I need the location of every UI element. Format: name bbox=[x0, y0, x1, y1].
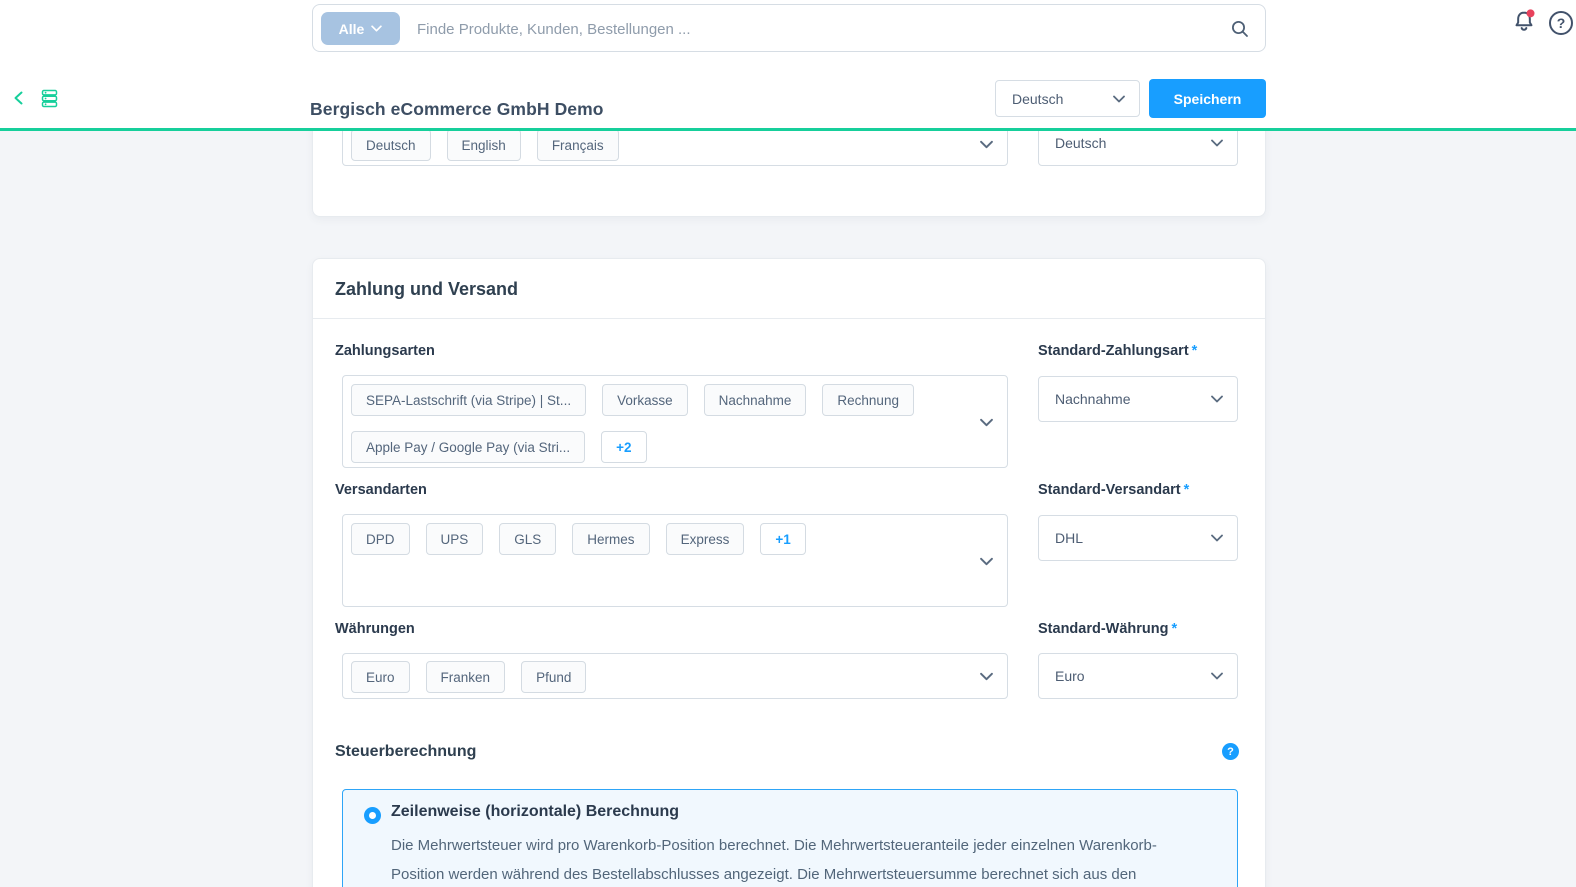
smart-bar: Bergisch eCommerce GmbH Demo Deutsch Spe… bbox=[0, 68, 1576, 131]
languages-multiselect[interactable]: Deutsch English Français bbox=[342, 131, 1008, 166]
selection-tag[interactable]: Nachnahme bbox=[704, 384, 807, 416]
required-asterisk: * bbox=[1172, 621, 1178, 637]
selection-tag[interactable]: Apple Pay / Google Pay (via Stri... bbox=[351, 431, 585, 463]
payment-tag-list: SEPA-Lastschrift (via Stripe) | St... Vor… bbox=[351, 384, 967, 463]
payment-methods-multiselect[interactable]: SEPA-Lastschrift (via Stripe) | St... Vor… bbox=[342, 375, 1008, 468]
notification-bell-icon[interactable] bbox=[1510, 8, 1538, 39]
overflow-count-tag[interactable]: +1 bbox=[760, 523, 805, 555]
top-search-bar: Alle ? bbox=[0, 0, 1576, 69]
save-button[interactable]: Speichern bbox=[1149, 79, 1266, 118]
default-payment-value: Nachnahme bbox=[1055, 391, 1131, 407]
selection-tag[interactable]: Rechnung bbox=[822, 384, 914, 416]
notification-badge bbox=[1527, 9, 1535, 17]
shipping-methods-label: Versandarten bbox=[335, 482, 427, 498]
chevron-down-icon[interactable] bbox=[980, 672, 993, 681]
search-scope-label: Alle bbox=[339, 21, 365, 37]
smartbar-language-value: Deutsch bbox=[1012, 91, 1063, 107]
selection-tag[interactable]: GLS bbox=[499, 523, 556, 555]
default-shipping-select[interactable]: DHL bbox=[1038, 515, 1238, 561]
module-database-icon[interactable] bbox=[40, 89, 59, 111]
smartbar-language-select[interactable]: Deutsch bbox=[995, 80, 1140, 117]
selection-tag[interactable]: Euro bbox=[351, 661, 410, 693]
chevron-down-icon[interactable] bbox=[980, 557, 993, 566]
default-language-select[interactable]: Deutsch bbox=[1038, 131, 1238, 166]
default-payment-label: Standard-Zahlungsart* bbox=[1038, 343, 1197, 359]
tax-help-icon[interactable]: ? bbox=[1222, 743, 1239, 760]
help-glyph: ? bbox=[1227, 746, 1234, 758]
languages-tag-list: Deutsch English Français bbox=[351, 131, 967, 161]
selection-tag[interactable]: Pfund bbox=[521, 661, 586, 693]
overflow-count-tag[interactable]: +2 bbox=[601, 431, 646, 463]
back-button[interactable] bbox=[11, 90, 27, 109]
chevron-left-icon bbox=[11, 90, 27, 106]
default-shipping-label: Standard-Versandart* bbox=[1038, 482, 1189, 498]
languages-card: Deutsch English Français Deutsch bbox=[312, 131, 1266, 217]
selection-tag[interactable]: Français bbox=[537, 131, 619, 161]
tax-option-description: Die Mehrwertsteuer wird pro Warenkorb-Po… bbox=[391, 831, 1183, 887]
selection-tag[interactable]: Deutsch bbox=[351, 131, 431, 161]
tax-option-title: Zeilenweise (horizontale) Berechnung bbox=[391, 803, 679, 821]
shipping-tag-list: DPD UPS GLS Hermes Express +1 bbox=[351, 523, 967, 555]
selection-tag[interactable]: Express bbox=[666, 523, 745, 555]
card-header: Zahlung und Versand bbox=[313, 259, 1265, 319]
chevron-down-icon bbox=[1211, 672, 1223, 680]
default-currency-label: Standard-Währung* bbox=[1038, 621, 1177, 637]
search-input[interactable] bbox=[415, 6, 1509, 52]
required-asterisk: * bbox=[1184, 482, 1190, 498]
chevron-down-icon bbox=[1211, 139, 1223, 147]
tax-calculation-heading: Steuerberechnung bbox=[335, 743, 476, 761]
selection-tag[interactable]: UPS bbox=[426, 523, 484, 555]
help-glyph: ? bbox=[1557, 15, 1566, 31]
selection-tag[interactable]: DPD bbox=[351, 523, 410, 555]
selection-tag[interactable]: Franken bbox=[426, 661, 506, 693]
currency-tag-list: Euro Franken Pfund bbox=[351, 661, 967, 693]
global-search-box[interactable]: Alle bbox=[312, 4, 1266, 52]
selection-tag[interactable]: Hermes bbox=[572, 523, 649, 555]
chevron-down-icon bbox=[371, 25, 382, 32]
chevron-down-icon[interactable] bbox=[980, 140, 993, 149]
chevron-down-icon bbox=[1113, 95, 1125, 103]
selection-tag[interactable]: English bbox=[447, 131, 521, 161]
search-scope-button[interactable]: Alle bbox=[321, 12, 400, 45]
chevron-down-icon[interactable] bbox=[980, 418, 993, 427]
default-shipping-value: DHL bbox=[1055, 530, 1083, 546]
default-language-value: Deutsch bbox=[1055, 135, 1106, 151]
chevron-down-icon bbox=[1211, 534, 1223, 542]
search-icon[interactable] bbox=[1231, 20, 1249, 38]
tax-option-radio-selected[interactable] bbox=[364, 807, 381, 824]
selection-tag[interactable]: Vorkasse bbox=[602, 384, 688, 416]
chevron-down-icon bbox=[1211, 395, 1223, 403]
tax-option-card[interactable]: Zeilenweise (horizontale) Berechnung Die… bbox=[342, 789, 1238, 887]
payment-methods-label: Zahlungsarten bbox=[335, 343, 435, 359]
currencies-multiselect[interactable]: Euro Franken Pfund bbox=[342, 653, 1008, 699]
help-icon[interactable]: ? bbox=[1549, 11, 1573, 35]
required-asterisk: * bbox=[1192, 343, 1198, 359]
payment-shipping-card: Zahlung und Versand Zahlungsarten SEPA-L… bbox=[312, 258, 1266, 887]
content-area: Deutsch English Français Deutsch Zahlung u… bbox=[0, 131, 1576, 887]
default-currency-select[interactable]: Euro bbox=[1038, 653, 1238, 699]
default-currency-value: Euro bbox=[1055, 668, 1085, 684]
default-payment-select[interactable]: Nachnahme bbox=[1038, 376, 1238, 422]
selection-tag[interactable]: SEPA-Lastschrift (via Stripe) | St... bbox=[351, 384, 586, 416]
shipping-methods-multiselect[interactable]: DPD UPS GLS Hermes Express +1 bbox=[342, 514, 1008, 607]
card-title: Zahlung und Versand bbox=[335, 259, 518, 319]
currencies-label: Währungen bbox=[335, 621, 415, 637]
